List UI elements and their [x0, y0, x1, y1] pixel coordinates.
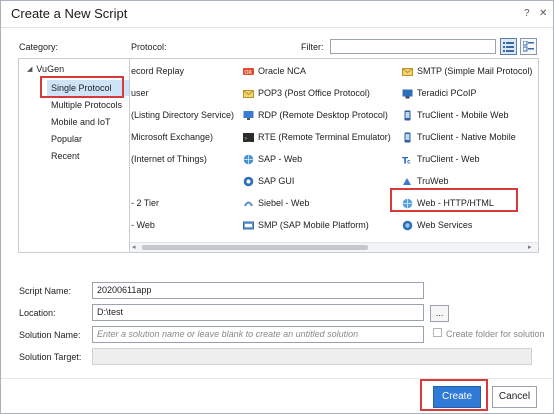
protocol-item[interactable]: - Web	[131, 218, 155, 232]
protocol-oracle-nca[interactable]: OR Oracle NCA	[243, 64, 306, 78]
horizontal-scrollbar[interactable]: ◂ ▸	[130, 242, 538, 252]
detail-view-icon	[523, 41, 534, 52]
category-popular[interactable]: Popular	[51, 134, 82, 144]
location-label: Location:	[19, 308, 56, 318]
location-input[interactable]: D:\test	[92, 304, 424, 321]
globe-icon	[402, 198, 413, 209]
protocol-item[interactable]: - 2 Tier	[131, 196, 159, 210]
mail-icon	[243, 88, 254, 99]
web-services-icon	[402, 220, 413, 231]
globe-icon	[243, 154, 254, 165]
list-view-icon	[503, 42, 514, 52]
remote-desktop-icon	[243, 110, 254, 121]
protocol-item[interactable]: (Listing Directory Service)	[131, 108, 234, 122]
button-bar-divider	[1, 378, 553, 379]
dialog-title: Create a New Script	[11, 6, 128, 21]
protocol-rdp[interactable]: RDP (Remote Desktop Protocol)	[243, 108, 388, 122]
category-single-protocol[interactable]: Single Protocol	[47, 80, 139, 96]
cancel-button[interactable]: Cancel	[492, 386, 537, 408]
tree-root-label: VuGen	[36, 64, 65, 74]
create-folder-label: Create folder for solution	[446, 329, 545, 339]
solution-target-label: Solution Target:	[19, 352, 82, 362]
protocol-sap-web[interactable]: SAP - Web	[243, 152, 302, 166]
truweb-icon	[402, 176, 413, 187]
close-button[interactable]: ✕	[539, 8, 547, 19]
oracle-icon: OR	[243, 66, 254, 77]
protocol-rte[interactable]: >_ RTE (Remote Terminal Emulator)	[243, 130, 391, 144]
protocol-item[interactable]: (Internet of Things)	[131, 152, 207, 166]
tree-collapse-icon[interactable]: ◢	[27, 65, 32, 73]
scroll-right-icon[interactable]: ▸	[528, 243, 532, 251]
scroll-left-icon[interactable]: ◂	[132, 243, 136, 251]
protocol-web-http-html[interactable]: Web - HTTP/HTML	[402, 196, 494, 210]
filter-label: Filter:	[301, 42, 324, 52]
title-bar: Create a New Script ? ✕	[1, 1, 553, 28]
scrollbar-thumb[interactable]	[142, 245, 368, 250]
truclient-icon: Tc	[402, 154, 413, 166]
mobile-platform-icon	[243, 220, 254, 231]
protocol-sap-gui[interactable]: SAP GUI	[243, 174, 294, 188]
svg-text:c: c	[407, 158, 411, 165]
siebel-icon	[243, 198, 254, 209]
tree-root-vugen[interactable]: ◢ VuGen	[27, 64, 64, 74]
category-recent[interactable]: Recent	[51, 151, 80, 161]
solution-name-label: Solution Name:	[19, 330, 81, 340]
protocol-siebel-web[interactable]: Siebel - Web	[243, 196, 309, 210]
category-multiple-protocols[interactable]: Multiple Protocols	[51, 100, 122, 110]
truclient-mobile-icon	[402, 110, 413, 121]
protocol-truclient-mobile-web[interactable]: TruClient - Mobile Web	[402, 108, 509, 122]
category-label: Category:	[19, 42, 59, 52]
protocol-item[interactable]: user	[131, 86, 149, 100]
protocol-truclient-native-mobile[interactable]: TruClient - Native Mobile	[402, 130, 516, 144]
protocol-label: Protocol:	[131, 42, 167, 52]
list-view-button[interactable]	[500, 38, 517, 55]
protocol-truweb[interactable]: TruWeb	[402, 174, 449, 188]
svg-text:>_: >_	[245, 136, 252, 142]
sap-gui-icon	[243, 176, 254, 187]
create-button[interactable]: Create	[433, 386, 481, 408]
help-button[interactable]: ?	[524, 8, 530, 19]
create-folder-checkbox[interactable]	[433, 328, 442, 337]
protocol-truclient-web[interactable]: Tc TruClient - Web	[402, 152, 480, 166]
script-name-label: Script Name:	[19, 286, 72, 296]
solution-target-input	[92, 348, 532, 365]
truclient-native-icon	[402, 132, 413, 143]
category-tree: ◢ VuGen Single Protocol Multiple Protoco…	[18, 58, 139, 253]
protocol-item[interactable]: Microsoft Exchange)	[131, 130, 213, 144]
terminal-icon: >_	[243, 132, 254, 143]
solution-name-input[interactable]: Enter a solution name or leave blank to …	[92, 326, 424, 343]
mail-icon	[402, 66, 413, 77]
protocol-item[interactable]: ecord Replay	[131, 64, 184, 78]
protocol-web-services[interactable]: Web Services	[402, 218, 472, 232]
browse-button[interactable]: ...	[430, 305, 449, 322]
teradici-icon	[402, 88, 413, 99]
svg-text:OR: OR	[245, 70, 253, 76]
protocol-smp[interactable]: SMP (SAP Mobile Platform)	[243, 218, 369, 232]
category-mobile-iot[interactable]: Mobile and IoT	[51, 117, 111, 127]
script-name-input[interactable]: 20200611app	[92, 282, 424, 299]
protocol-smtp[interactable]: SMTP (Simple Mail Protocol)	[402, 64, 532, 78]
create-script-dialog: Create a New Script ? ✕ Category: Protoc…	[0, 0, 554, 414]
protocol-teradici[interactable]: Teradici PCoIP	[402, 86, 477, 100]
protocol-list: ecord Replay user (Listing Directory Ser…	[129, 58, 539, 253]
detail-view-button[interactable]	[520, 38, 537, 55]
filter-input[interactable]	[330, 39, 496, 54]
protocol-pop3[interactable]: POP3 (Post Office Protocol)	[243, 86, 370, 100]
